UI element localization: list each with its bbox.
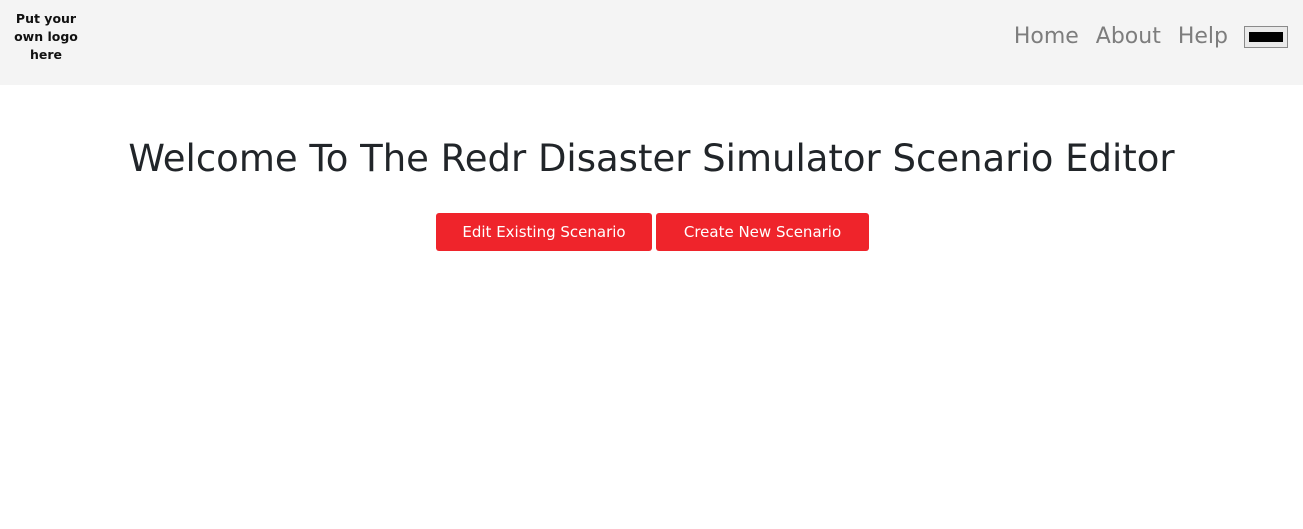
menu-toggle-button[interactable]: [1244, 26, 1288, 48]
create-new-scenario-button[interactable]: Create New Scenario: [656, 213, 869, 251]
navbar: Put your own logo here Home About Help: [0, 0, 1303, 85]
nav-links: Home About Help: [997, 22, 1288, 52]
nav-link-about[interactable]: About: [1096, 22, 1161, 52]
logo-placeholder[interactable]: Put your own logo here: [6, 10, 86, 64]
page-title: Welcome To The Redr Disaster Simulator S…: [128, 137, 1175, 180]
menu-toggle-icon: [1249, 32, 1283, 42]
edit-existing-scenario-button[interactable]: Edit Existing Scenario: [436, 213, 652, 251]
nav-link-help[interactable]: Help: [1178, 22, 1228, 52]
nav-link-home[interactable]: Home: [1014, 22, 1079, 52]
